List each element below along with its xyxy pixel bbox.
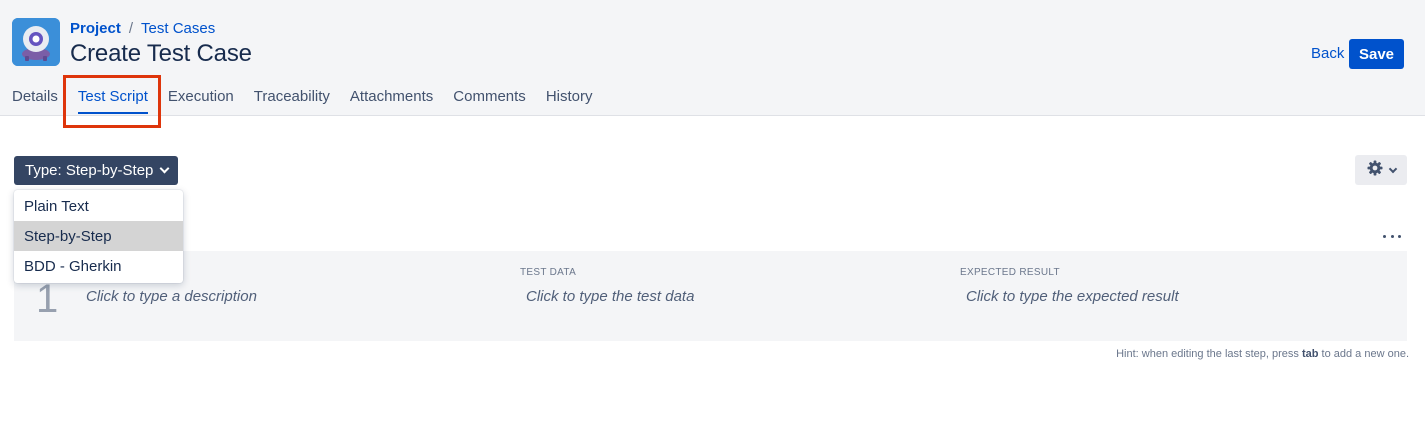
menu-item-bdd-gherkin[interactable]: BDD - Gherkin — [14, 251, 183, 281]
test-step-row: 1 Click to type a description TEST DATA … — [14, 251, 1407, 341]
dot — [1390, 234, 1394, 238]
tab-bar: Details Test Script Execution Traceabili… — [12, 88, 612, 116]
breadcrumb: Project / Test Cases — [70, 20, 215, 37]
breadcrumb-project-link[interactable]: Project — [70, 20, 121, 37]
script-type-menu: Plain Text Step-by-Step BDD - Gherkin — [14, 190, 183, 283]
chevron-down-icon — [1388, 164, 1397, 173]
tab-test-script[interactable]: Test Script — [77, 88, 148, 116]
more-options-icon[interactable] — [1383, 229, 1401, 243]
dot — [1383, 234, 1386, 238]
tab-execution[interactable]: Execution — [168, 88, 234, 116]
tab-comments[interactable]: Comments — [453, 88, 526, 116]
tab-details[interactable]: Details — [12, 88, 58, 116]
project-logo — [12, 18, 60, 66]
back-link[interactable]: Back — [1311, 45, 1344, 62]
settings-menu-button[interactable] — [1355, 155, 1407, 185]
menu-item-step-by-step[interactable]: Step-by-Step — [14, 221, 183, 251]
tab-traceability[interactable]: Traceability — [254, 88, 330, 116]
menu-item-plain-text[interactable]: Plain Text — [14, 191, 183, 221]
hint-key: tab — [1301, 348, 1319, 360]
breadcrumb-separator: / — [128, 20, 134, 37]
step-description-input[interactable]: Click to type a description — [86, 288, 257, 305]
script-type-dropdown-button[interactable]: Type: Step-by-Step — [14, 156, 178, 185]
test-data-input[interactable]: Click to type the test data — [526, 288, 694, 305]
save-button[interactable]: Save — [1349, 39, 1404, 69]
expected-result-label: EXPECTED RESULT — [960, 267, 1060, 278]
dot — [1398, 234, 1401, 238]
tab-attachments[interactable]: Attachments — [350, 88, 433, 116]
step-number: 1 — [36, 277, 59, 321]
hint-prefix: Hint: when editing the last step, press — [1116, 348, 1302, 360]
page-title: Create Test Case — [70, 40, 252, 67]
expected-result-input[interactable]: Click to type the expected result — [966, 288, 1179, 305]
chevron-down-icon — [159, 163, 170, 174]
tab-history[interactable]: History — [546, 88, 593, 116]
breadcrumb-test-cases-link[interactable]: Test Cases — [141, 20, 215, 37]
hint-suffix: to add a new one. — [1318, 348, 1409, 360]
page-header: Project / Test Cases Create Test Case Ba… — [0, 0, 1425, 128]
step-hint: Hint: when editing the last step, press … — [1116, 348, 1409, 360]
script-type-label: Type: Step-by-Step — [25, 162, 154, 179]
gear-icon — [1367, 160, 1383, 181]
test-data-label: TEST DATA — [520, 267, 577, 278]
